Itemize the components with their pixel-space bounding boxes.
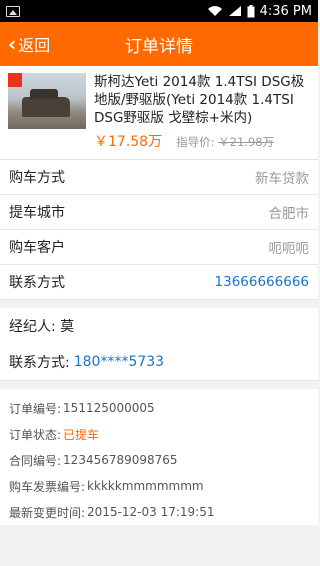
signal-icon (228, 6, 241, 16)
last-modified-time: 最新变更时间: 2015-12-03 17:19:51 (9, 505, 215, 520)
invoice-number: 购车发票编号: kkkkkmmmmmmm (9, 479, 204, 494)
order-number: 订单编号: 151125000005 (9, 401, 155, 416)
order-details: 订单编号: 151125000005 订单状态: 已提车 合同编号: 12345… (0, 389, 318, 525)
chevron-left-icon: ‹ (8, 32, 17, 56)
nav-bar: ‹ 返回 订单详情 (0, 22, 318, 66)
contact-row: 联系方式 13666666666 (0, 265, 318, 300)
customer-row: 购车客户 呃呃呃 (0, 230, 318, 265)
customer-phone-link[interactable]: 13666666666 (215, 274, 309, 290)
product-price: ￥17.58万 (94, 134, 163, 150)
back-button[interactable]: ‹ 返回 (0, 32, 50, 56)
brand-badge-icon (8, 73, 22, 87)
car-image (22, 89, 70, 117)
agent-phone-link[interactable]: 180****5733 (74, 354, 164, 370)
agent-section: 经纪人: 莫 联系方式: 180****5733 (0, 308, 318, 381)
image-notification-icon (6, 5, 20, 17)
order-info: 购车方式 新车贷款 提车城市 合肥市 购车客户 呃呃呃 联系方式 13666666666 (0, 160, 318, 300)
agent-contact: 联系方式: 180****5733 (9, 354, 165, 371)
product-name: 斯柯达Yeti 2014款 1.4TSI DSG极地版/野驱版(Yeti 201… (94, 74, 305, 126)
purchase-method-row: 购车方式 新车贷款 (0, 160, 318, 195)
order-status: 订单状态: 已提车 (9, 427, 100, 442)
status-bar: 4:36 PM (0, 0, 318, 22)
clock: 4:36 PM (259, 3, 312, 19)
pickup-city-row: 提车城市 合肥市 (0, 195, 318, 230)
back-label: 返回 (18, 36, 51, 55)
agent-name: 经纪人: 莫 (9, 319, 75, 335)
contract-number: 合同编号: 123456789098765 (9, 453, 178, 468)
product-card[interactable]: 斯柯达Yeti 2014款 1.4TSI DSG极地版/野驱版(Yeti 201… (0, 66, 318, 160)
battery-icon (247, 4, 255, 17)
wifi-icon (207, 6, 222, 16)
status-badge: 已提车 (63, 427, 100, 442)
car-thumbnail (8, 73, 86, 129)
guide-price: 指导价: ￥21.98万 (176, 135, 275, 149)
